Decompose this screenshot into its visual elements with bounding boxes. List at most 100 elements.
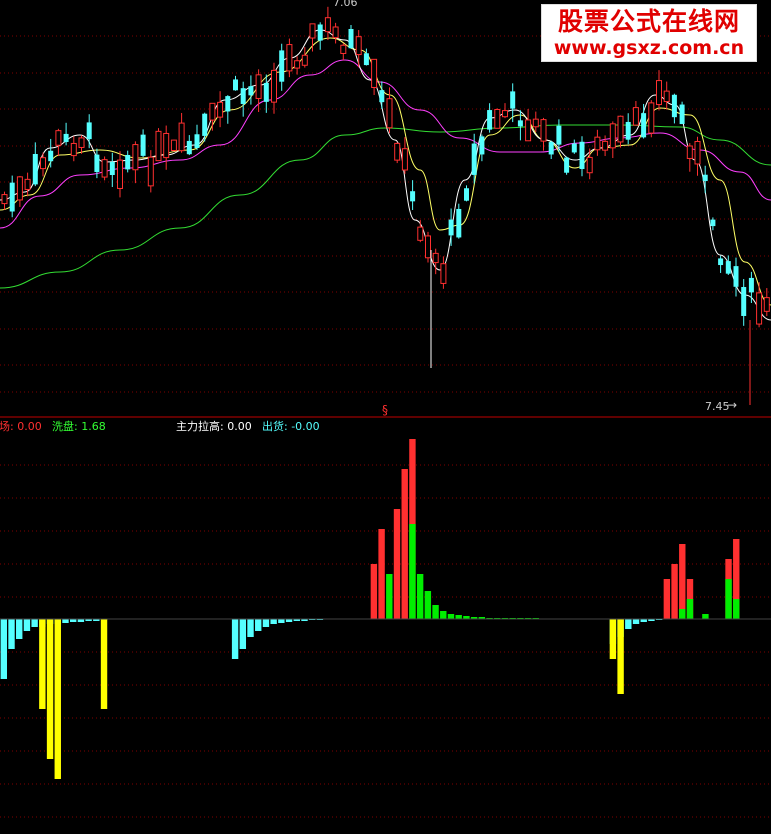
candle-down [517,120,523,127]
ma10-line [0,37,771,306]
candle-down [725,261,731,274]
candle-up [532,118,539,128]
candle-down [317,24,323,41]
candle-up [617,115,624,143]
candle-up [763,297,770,312]
histogram-bar-cyan [262,619,270,627]
candle-down [248,86,254,96]
candle-up [178,122,185,152]
candle-up [255,74,262,99]
candle-up [586,156,593,174]
candle-down [741,287,747,316]
candle-down [86,122,92,140]
candle-up [340,44,347,54]
histogram-bar-cyan [23,619,31,631]
histogram-bar-red [378,529,385,619]
candle-up [78,137,85,148]
histogram-bar-green [725,579,732,619]
candle-up [286,44,293,72]
candle-up [1,194,8,205]
candle-up [24,178,31,190]
candle-up [686,145,693,159]
histogram-bar-green [702,614,709,619]
candle-up [502,110,508,118]
candle-down [625,121,631,140]
candle-up [16,176,23,201]
candle-down [233,79,238,91]
candle-down [641,113,647,138]
histogram-bar-red [393,509,401,619]
chart-root: 7.06 7.45 → § 退场: 0.00 洗盘: 1.68 主力拉高: 0.… [0,0,771,830]
candle-up [155,130,162,162]
candle-up [440,263,447,284]
candle-down [456,208,462,238]
histogram-bar-green [432,605,439,619]
candle-down [710,219,716,227]
histogram-bar-yellow [46,619,54,759]
histogram-bar-cyan [239,619,247,649]
candle-down [32,153,38,185]
candle-up [632,107,639,126]
candle-down [225,96,231,112]
legend-distribute: 出货: -0.00 [262,419,320,433]
candle-up [663,90,670,103]
histogram-bar-cyan [632,619,640,624]
histogram-bar-green [416,574,424,619]
candle-down [410,191,416,202]
histogram-bar-cyan [62,619,69,623]
histogram-bar-cyan [0,619,8,679]
candle-up [756,292,763,325]
histogram-bar-green [424,591,432,619]
histogram-bar-cyan [255,619,262,631]
candle-up [40,157,46,170]
candle-up [417,226,424,241]
candle-up [425,235,431,259]
candle-up [55,130,62,146]
candle-up [209,102,216,121]
candle-up [301,54,308,66]
histogram-bar-cyan [278,619,285,623]
histogram-bar-cyan [247,619,254,637]
histogram-bar-green [447,614,455,619]
histogram-bar-red [370,564,378,619]
candle-up [394,142,401,161]
candle-up [401,148,408,171]
candle-up [494,108,501,129]
candle-down [748,277,754,293]
candle-down [363,53,369,66]
histogram-bar-cyan [625,619,632,629]
stock-chart: 7.06 7.45 → § 退场: 0.00 洗盘: 1.68 主力拉高: 0.… [0,0,771,818]
candle-up [540,119,547,142]
low-price-arrow: → [727,398,737,412]
candle-up [324,17,331,33]
candle-up [217,101,224,118]
legend-pull-up: 主力拉高: 0.00 [176,419,252,433]
candle-up [163,132,170,159]
candle-up [70,142,77,157]
histogram-bar-red [401,469,408,619]
candle-down [109,161,115,175]
candle-up [355,36,362,56]
histogram-bar-red [671,564,678,619]
candle-down [556,125,562,145]
candle-down [702,174,708,182]
candle-down [671,94,677,118]
candle-up [147,156,154,187]
ma60-line [0,124,771,289]
candle-down [487,110,493,130]
histogram-bar-green [733,599,740,619]
candle-down [240,88,246,104]
histogram-bar-green [409,524,416,619]
histogram-bar-cyan [31,619,38,627]
histogram-bar-cyan [270,619,277,624]
candle-up [602,140,609,151]
watermark-url: www.gsxz.com.cn [553,37,745,59]
candle-up [648,102,655,134]
candle-down [140,134,146,156]
candle-down [718,258,724,266]
candle-down [194,134,200,148]
histogram-bar-yellow [609,619,617,659]
ma20-line [0,59,771,229]
histogram-bar-green [386,574,393,619]
candle-up [294,60,301,69]
